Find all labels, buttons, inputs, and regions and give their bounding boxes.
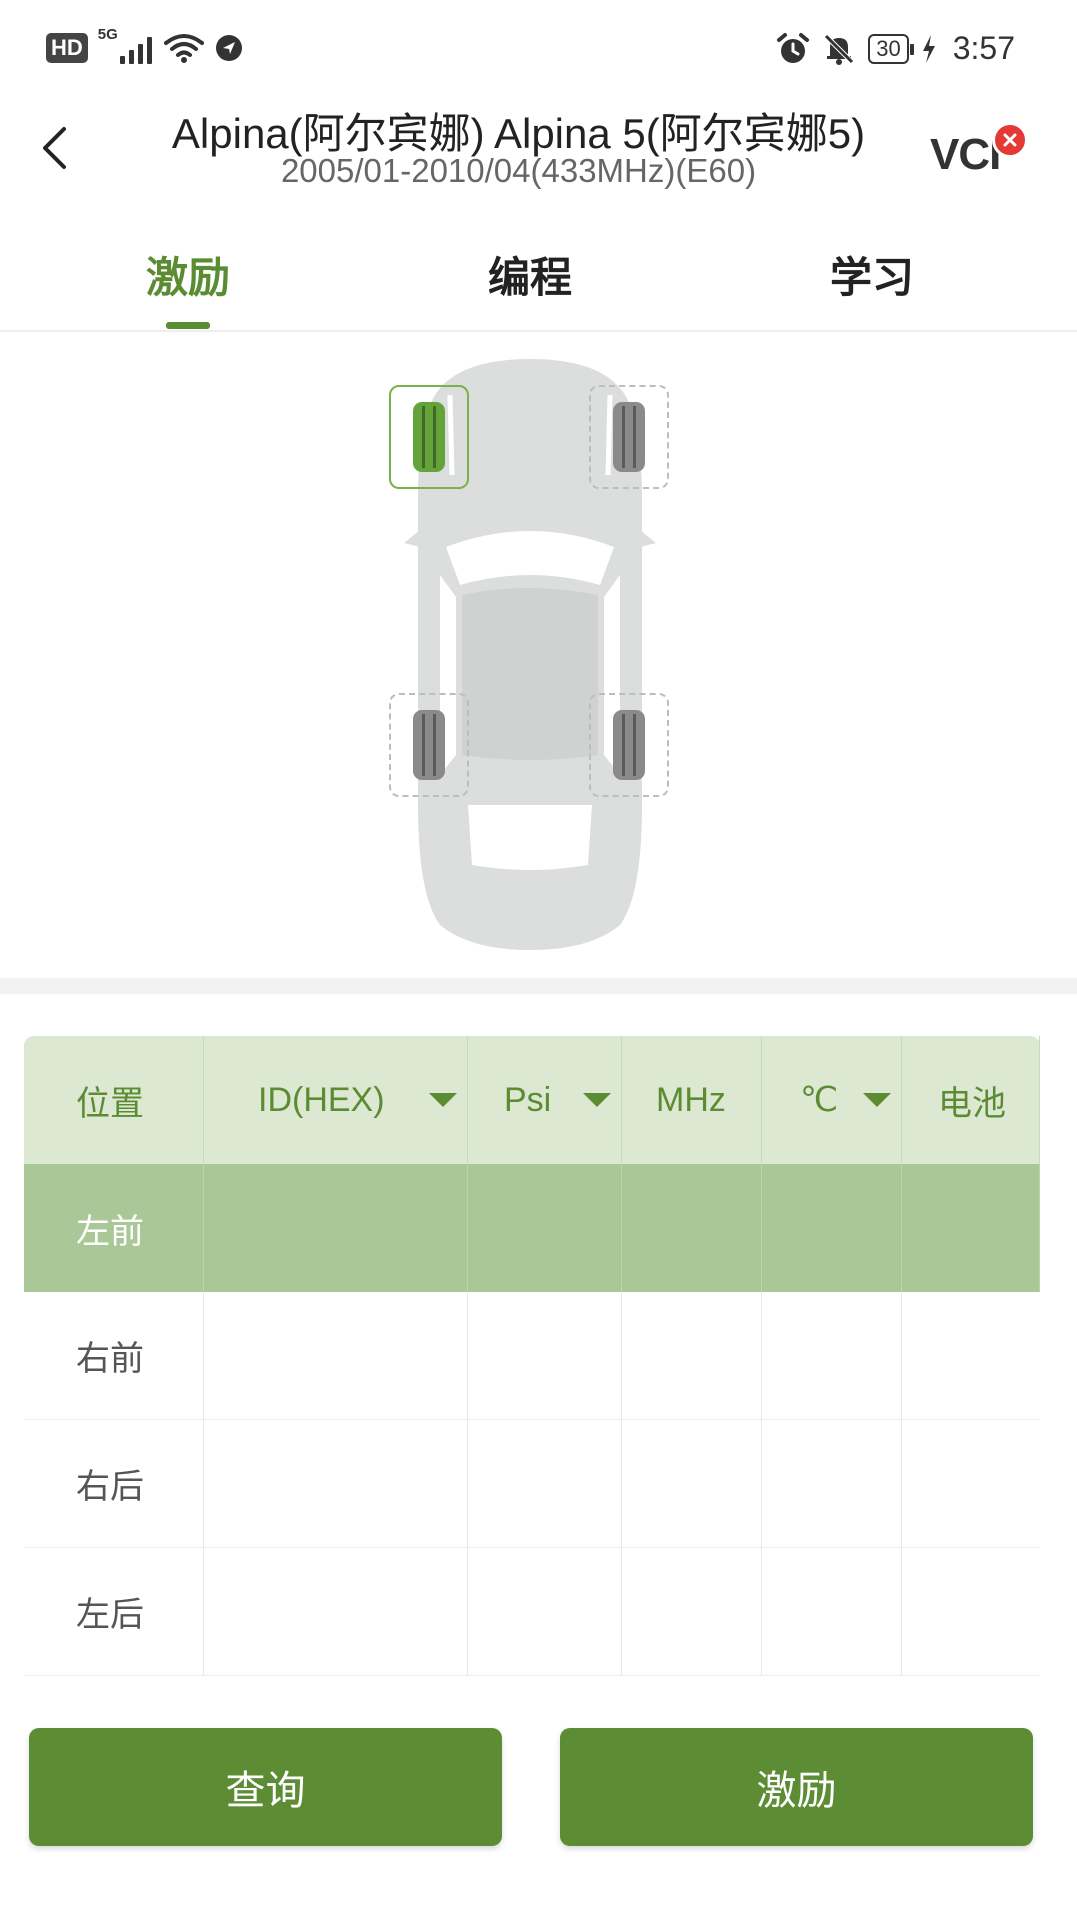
tab-learn[interactable]: 学习 [772,244,972,305]
tab-activate[interactable]: 激励 [88,244,288,305]
cell-temperature [762,1548,902,1675]
page-subtitle: 2005/01-2010/04(433MHz)(E60) [280,152,757,189]
sort-caret-icon[interactable] [583,1093,611,1107]
wheel-left-front[interactable] [389,385,469,489]
cell-mhz [622,1164,762,1292]
status-bar: HD 5G 30 3:57 [0,0,1077,100]
cell-psi [468,1292,622,1419]
tire-icon [613,402,645,472]
table-row[interactable]: 左前 [24,1164,1040,1292]
wheel-right-rear[interactable] [589,693,669,797]
chevron-left-icon [43,127,66,169]
vci-status-button[interactable]: VCI [930,122,1030,190]
row-position-label: 左前 [24,1164,204,1292]
row-position-label: 右后 [24,1420,204,1547]
cell-mhz [622,1548,762,1675]
cell-psi [468,1164,622,1292]
notifications-muted-icon [824,33,855,65]
section-divider [0,978,1077,994]
alarm-clock-icon [777,32,810,63]
table-row[interactable]: 左后 [24,1548,1040,1676]
cell-temperature [762,1420,902,1547]
cell-psi [468,1548,622,1675]
column-header-position: 位置 [24,1036,204,1164]
row-position-label: 右前 [24,1292,204,1419]
app-header: Alpina(阿尔宾娜) Alpina 5(阿尔宾娜5) 2005/01-201… [0,100,1077,210]
tab-bar: 激励 编程 学习 [0,232,1077,332]
cell-temperature [762,1164,902,1292]
column-header-temperature[interactable]: ℃ [762,1036,902,1164]
sort-caret-icon[interactable] [429,1093,457,1107]
active-tab-indicator [166,322,210,329]
cell-mhz [622,1420,762,1547]
network-type-label: 5G [97,26,118,43]
vci-label: VCI [930,130,1001,179]
cell-id [204,1548,468,1675]
cell-battery [902,1420,1040,1547]
cell-battery [902,1292,1040,1419]
column-header-psi[interactable]: Psi [468,1036,622,1164]
wifi-icon [163,34,204,63]
cell-id [204,1164,468,1292]
car-diagram [0,335,1077,975]
tire-icon [413,710,445,780]
status-time: 3:57 [952,30,1015,66]
tab-program[interactable]: 编程 [430,244,630,305]
table-row[interactable]: 右后 [24,1420,1040,1548]
column-header-mhz: MHz [622,1036,762,1164]
row-position-label: 左后 [24,1548,204,1675]
back-button[interactable] [24,118,84,178]
cell-psi [468,1420,622,1547]
cell-temperature [762,1292,902,1419]
activate-button[interactable]: 激励 [560,1728,1033,1846]
car-top-view-icon [404,359,656,950]
sort-caret-icon[interactable] [863,1093,891,1107]
cellular-signal-icon: 5G [98,26,154,66]
location-service-icon [215,35,242,61]
disconnected-x-icon [992,122,1028,158]
column-header-id[interactable]: ID(HEX) [204,1036,468,1164]
query-button[interactable]: 查询 [29,1728,502,1846]
column-header-battery: 电池 [902,1036,1040,1164]
battery-indicator: 30 [868,33,915,64]
cell-id [204,1420,468,1547]
tire-icon [413,402,445,472]
wheel-right-front[interactable] [589,385,669,489]
cell-id [204,1292,468,1419]
cell-mhz [622,1292,762,1419]
status-bar-right: 30 3:57 [776,30,1015,67]
cell-battery [902,1164,1040,1292]
status-bar-left: HD 5G [46,26,244,66]
table-row[interactable]: 右前 [24,1292,1040,1420]
wheel-left-rear[interactable] [389,693,469,797]
charging-bolt-icon [922,34,935,63]
sensor-table: 位置 ID(HEX) Psi MHz ℃ 电池 左前 右前 右后 左后 [24,1036,1040,1676]
tire-icon [613,710,645,780]
cell-battery [902,1548,1040,1675]
table-header: 位置 ID(HEX) Psi MHz ℃ 电池 [24,1036,1040,1164]
hd-badge: HD [46,33,88,63]
